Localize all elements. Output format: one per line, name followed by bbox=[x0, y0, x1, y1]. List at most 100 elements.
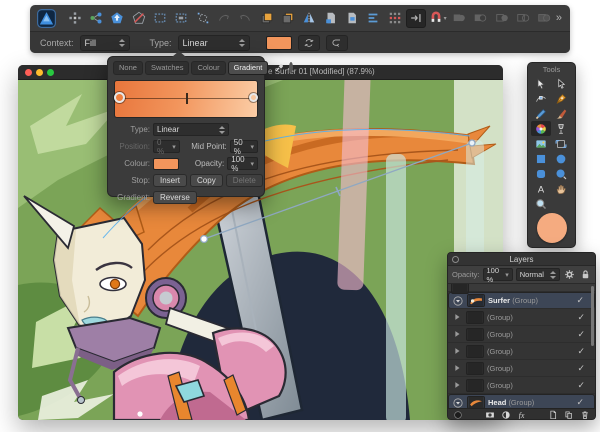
edit-all-layers-icon[interactable] bbox=[129, 9, 148, 28]
layer-row-group[interactable]: (Group) ✓ bbox=[448, 309, 595, 326]
layer-thumbnail[interactable] bbox=[466, 311, 484, 324]
colour-picker-tool-icon[interactable] bbox=[531, 121, 551, 136]
expand-arrow-icon[interactable] bbox=[451, 345, 463, 357]
blend-mode-select[interactable]: Normal bbox=[516, 268, 560, 281]
insert-stop-button[interactable]: Insert bbox=[153, 174, 187, 187]
reverse-gradient-button[interactable]: Reverse bbox=[153, 191, 197, 204]
toolbar-overflow-chevron[interactable]: » bbox=[556, 12, 564, 24]
gradient-start-stop[interactable] bbox=[114, 92, 125, 103]
layer-visibility-check[interactable]: ✓ bbox=[577, 312, 592, 323]
zoom-window-button[interactable] bbox=[47, 69, 54, 76]
panel-close-button[interactable] bbox=[452, 256, 459, 263]
bring-forward-icon[interactable] bbox=[257, 9, 276, 28]
blend-options-gear-icon[interactable] bbox=[564, 268, 576, 282]
layer-visibility-check[interactable]: ✓ bbox=[576, 397, 591, 408]
minimize-window-button[interactable] bbox=[36, 69, 43, 76]
corner-tool-icon[interactable] bbox=[531, 91, 551, 106]
artistic-text-tool-icon[interactable]: A bbox=[531, 181, 551, 196]
layer-visibility-check[interactable]: ✓ bbox=[577, 363, 592, 374]
midpoint-select[interactable]: 50 %▾ bbox=[230, 140, 258, 153]
expand-arrow-icon[interactable] bbox=[451, 379, 463, 391]
expand-arrow-icon[interactable] bbox=[451, 311, 463, 323]
revert-fill-icon[interactable] bbox=[326, 35, 348, 51]
layer-thumbnail[interactable] bbox=[466, 328, 484, 341]
node-link-icon[interactable] bbox=[87, 9, 106, 28]
transparency-tool-icon[interactable] bbox=[551, 121, 571, 136]
vector-crop-tool-icon[interactable] bbox=[551, 136, 571, 151]
rounded-rectangle-tool-icon[interactable] bbox=[531, 166, 551, 181]
pencil-tool-icon[interactable] bbox=[531, 106, 551, 121]
gradient-editor[interactable] bbox=[114, 80, 258, 118]
move-by-whole-pixels-icon[interactable] bbox=[406, 9, 425, 28]
layer-thumbnail[interactable] bbox=[467, 396, 485, 408]
current-colour-well[interactable] bbox=[537, 213, 567, 243]
fill-colour-swatch[interactable] bbox=[266, 36, 292, 50]
boolean-combine-icon[interactable] bbox=[535, 9, 554, 28]
lock-layer-icon[interactable] bbox=[579, 268, 591, 282]
layer-row-group[interactable]: (Group) ✓ bbox=[448, 377, 595, 394]
stop-colour-swatch[interactable] bbox=[153, 158, 179, 170]
pen-tool-icon[interactable] bbox=[551, 91, 571, 106]
mask-layer-icon[interactable] bbox=[484, 410, 496, 421]
position-select[interactable]: 0 %▾ bbox=[153, 140, 180, 153]
boolean-subtract-icon[interactable] bbox=[471, 9, 490, 28]
shape-tool-icon[interactable] bbox=[551, 166, 571, 181]
layer-row-group[interactable]: (Group) ✓ bbox=[448, 360, 595, 377]
layer-row-group[interactable]: (Group) ✓ bbox=[448, 343, 595, 360]
snapping-magnet-icon[interactable]: ▾ bbox=[428, 9, 447, 28]
marquee-subtract-icon[interactable] bbox=[172, 9, 191, 28]
flip-horizontal-icon[interactable] bbox=[300, 9, 319, 28]
snap-grid-icon[interactable] bbox=[385, 9, 404, 28]
place-image-tool-icon[interactable] bbox=[531, 136, 551, 151]
popup-type-select[interactable]: Linear bbox=[153, 123, 229, 136]
layer-thumbnail[interactable] bbox=[466, 379, 484, 392]
undo-arrow-icon[interactable] bbox=[214, 9, 233, 28]
new-layer-icon[interactable] bbox=[547, 410, 559, 421]
layer-row-clipped[interactable] bbox=[448, 284, 595, 292]
insert-top-icon[interactable] bbox=[321, 9, 340, 28]
layer-thumbnail[interactable] bbox=[467, 294, 485, 307]
marquee-transform-icon[interactable] bbox=[193, 9, 212, 28]
layers-scrollbar[interactable] bbox=[591, 286, 594, 346]
tab-swatches[interactable]: Swatches bbox=[145, 61, 190, 75]
boolean-divide-icon[interactable] bbox=[513, 9, 532, 28]
layer-opacity-select[interactable]: 100 %▾ bbox=[483, 268, 513, 281]
layer-row-head[interactable]: Head (Group) ✓ bbox=[448, 394, 595, 408]
layer-thumbnail[interactable] bbox=[466, 345, 484, 358]
insert-inside-icon[interactable] bbox=[342, 9, 361, 28]
collapse-arrow-icon[interactable] bbox=[452, 295, 464, 307]
copy-stop-button[interactable]: Copy bbox=[190, 174, 223, 187]
layer-thumbnail[interactable] bbox=[466, 362, 484, 375]
cycle-fill-stroke-icon[interactable] bbox=[298, 35, 320, 51]
send-backward-icon[interactable] bbox=[278, 9, 297, 28]
gradient-midpoint-handle[interactable] bbox=[186, 93, 188, 104]
adjustment-layer-icon[interactable] bbox=[500, 410, 512, 421]
vector-brush-tool-icon[interactable] bbox=[551, 106, 571, 121]
layer-row-group[interactable]: (Group) ✓ bbox=[448, 326, 595, 343]
insert-behind-icon[interactable] bbox=[108, 9, 127, 28]
delete-layer-icon[interactable] bbox=[579, 410, 591, 421]
node-tool-icon[interactable] bbox=[551, 76, 571, 91]
duplicate-layer-icon[interactable] bbox=[563, 410, 575, 421]
layer-row-surfer[interactable]: Surfer (Group) ✓ bbox=[448, 292, 595, 309]
layer-colour-tag-icon[interactable] bbox=[452, 410, 464, 421]
move-tool-icon[interactable] bbox=[531, 76, 551, 91]
tab-none[interactable]: None bbox=[113, 61, 143, 75]
zoom-tool-icon[interactable] bbox=[531, 196, 551, 211]
gradient-type-select[interactable]: Linear bbox=[178, 35, 250, 51]
opacity-select[interactable]: 100 %▾ bbox=[227, 157, 258, 170]
close-window-button[interactable] bbox=[25, 69, 32, 76]
layer-visibility-check[interactable]: ✓ bbox=[577, 346, 592, 357]
delete-stop-button[interactable]: Delete bbox=[226, 174, 263, 187]
view-tool-icon[interactable] bbox=[551, 181, 571, 196]
colour-picker-eyedropper-icon[interactable] bbox=[274, 61, 285, 74]
expand-arrow-icon[interactable] bbox=[451, 328, 463, 340]
layer-visibility-check[interactable]: ✓ bbox=[576, 295, 591, 306]
snapping-presets-icon[interactable] bbox=[65, 9, 84, 28]
redo-arrow-icon[interactable] bbox=[236, 9, 255, 28]
layer-effects-icon[interactable]: fx bbox=[516, 410, 528, 421]
expand-arrow-icon[interactable] bbox=[451, 362, 463, 374]
boolean-add-icon[interactable] bbox=[449, 9, 468, 28]
tab-gradient[interactable]: Gradient bbox=[228, 61, 269, 75]
marquee-select-icon[interactable] bbox=[150, 9, 169, 28]
